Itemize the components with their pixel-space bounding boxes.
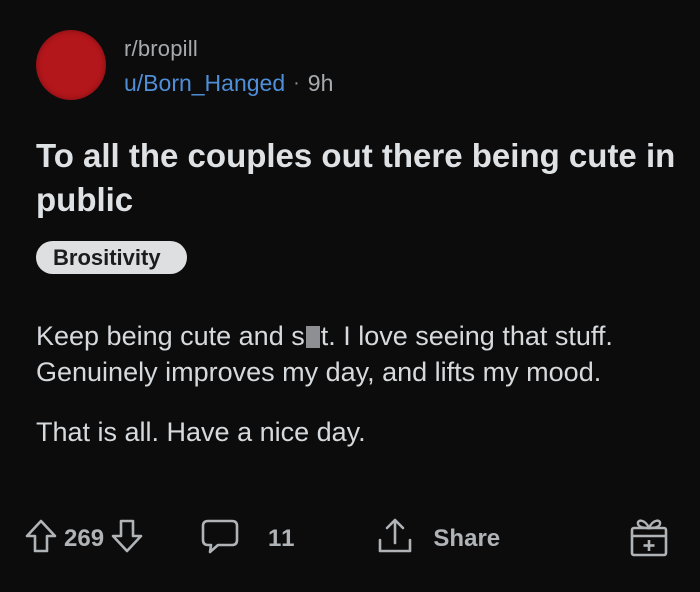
post-card: r/bropill u/Born_Hanged · 9h To all the … — [0, 0, 700, 592]
comment-icon — [200, 517, 240, 562]
body-paragraph-1: Keep being cute and s t. I love seeing th… — [36, 318, 676, 390]
post-meta: r/bropill u/Born_Hanged · 9h — [124, 36, 333, 97]
action-bar: 269 11 Share — [24, 514, 684, 564]
username-link[interactable]: u/Born_Hanged — [124, 70, 285, 97]
downvote-icon[interactable] — [110, 518, 144, 561]
post-body: Keep being cute and s t. I love seeing th… — [36, 318, 676, 450]
body-paragraph-2: That is all. Have a nice day. — [36, 417, 366, 447]
censor-block — [305, 326, 320, 348]
vote-group: 269 — [24, 518, 144, 561]
subreddit-link[interactable]: r/bropill — [124, 36, 333, 62]
upvote-icon[interactable] — [24, 518, 58, 561]
vote-count: 269 — [64, 525, 105, 552]
share-icon — [375, 516, 415, 563]
post-flair[interactable]: Brositivity — [36, 241, 187, 274]
post-title[interactable]: To all the couples out there being cute … — [36, 134, 676, 222]
post-header: r/bropill u/Born_Hanged · 9h — [36, 30, 333, 100]
comment-count: 11 — [268, 525, 296, 552]
subreddit-avatar[interactable] — [36, 30, 106, 100]
share-label: Share — [433, 525, 501, 552]
comments-button[interactable]: 11 — [200, 517, 295, 562]
post-time: 9h — [307, 69, 334, 96]
share-button[interactable]: Share — [375, 516, 500, 563]
body-text-before-censor: Keep being cute and s — [36, 321, 305, 351]
award-button[interactable] — [628, 514, 670, 565]
gift-icon — [628, 514, 670, 565]
author-line: u/Born_Hanged · 9h — [124, 70, 333, 97]
meta-separator: · — [293, 71, 300, 94]
